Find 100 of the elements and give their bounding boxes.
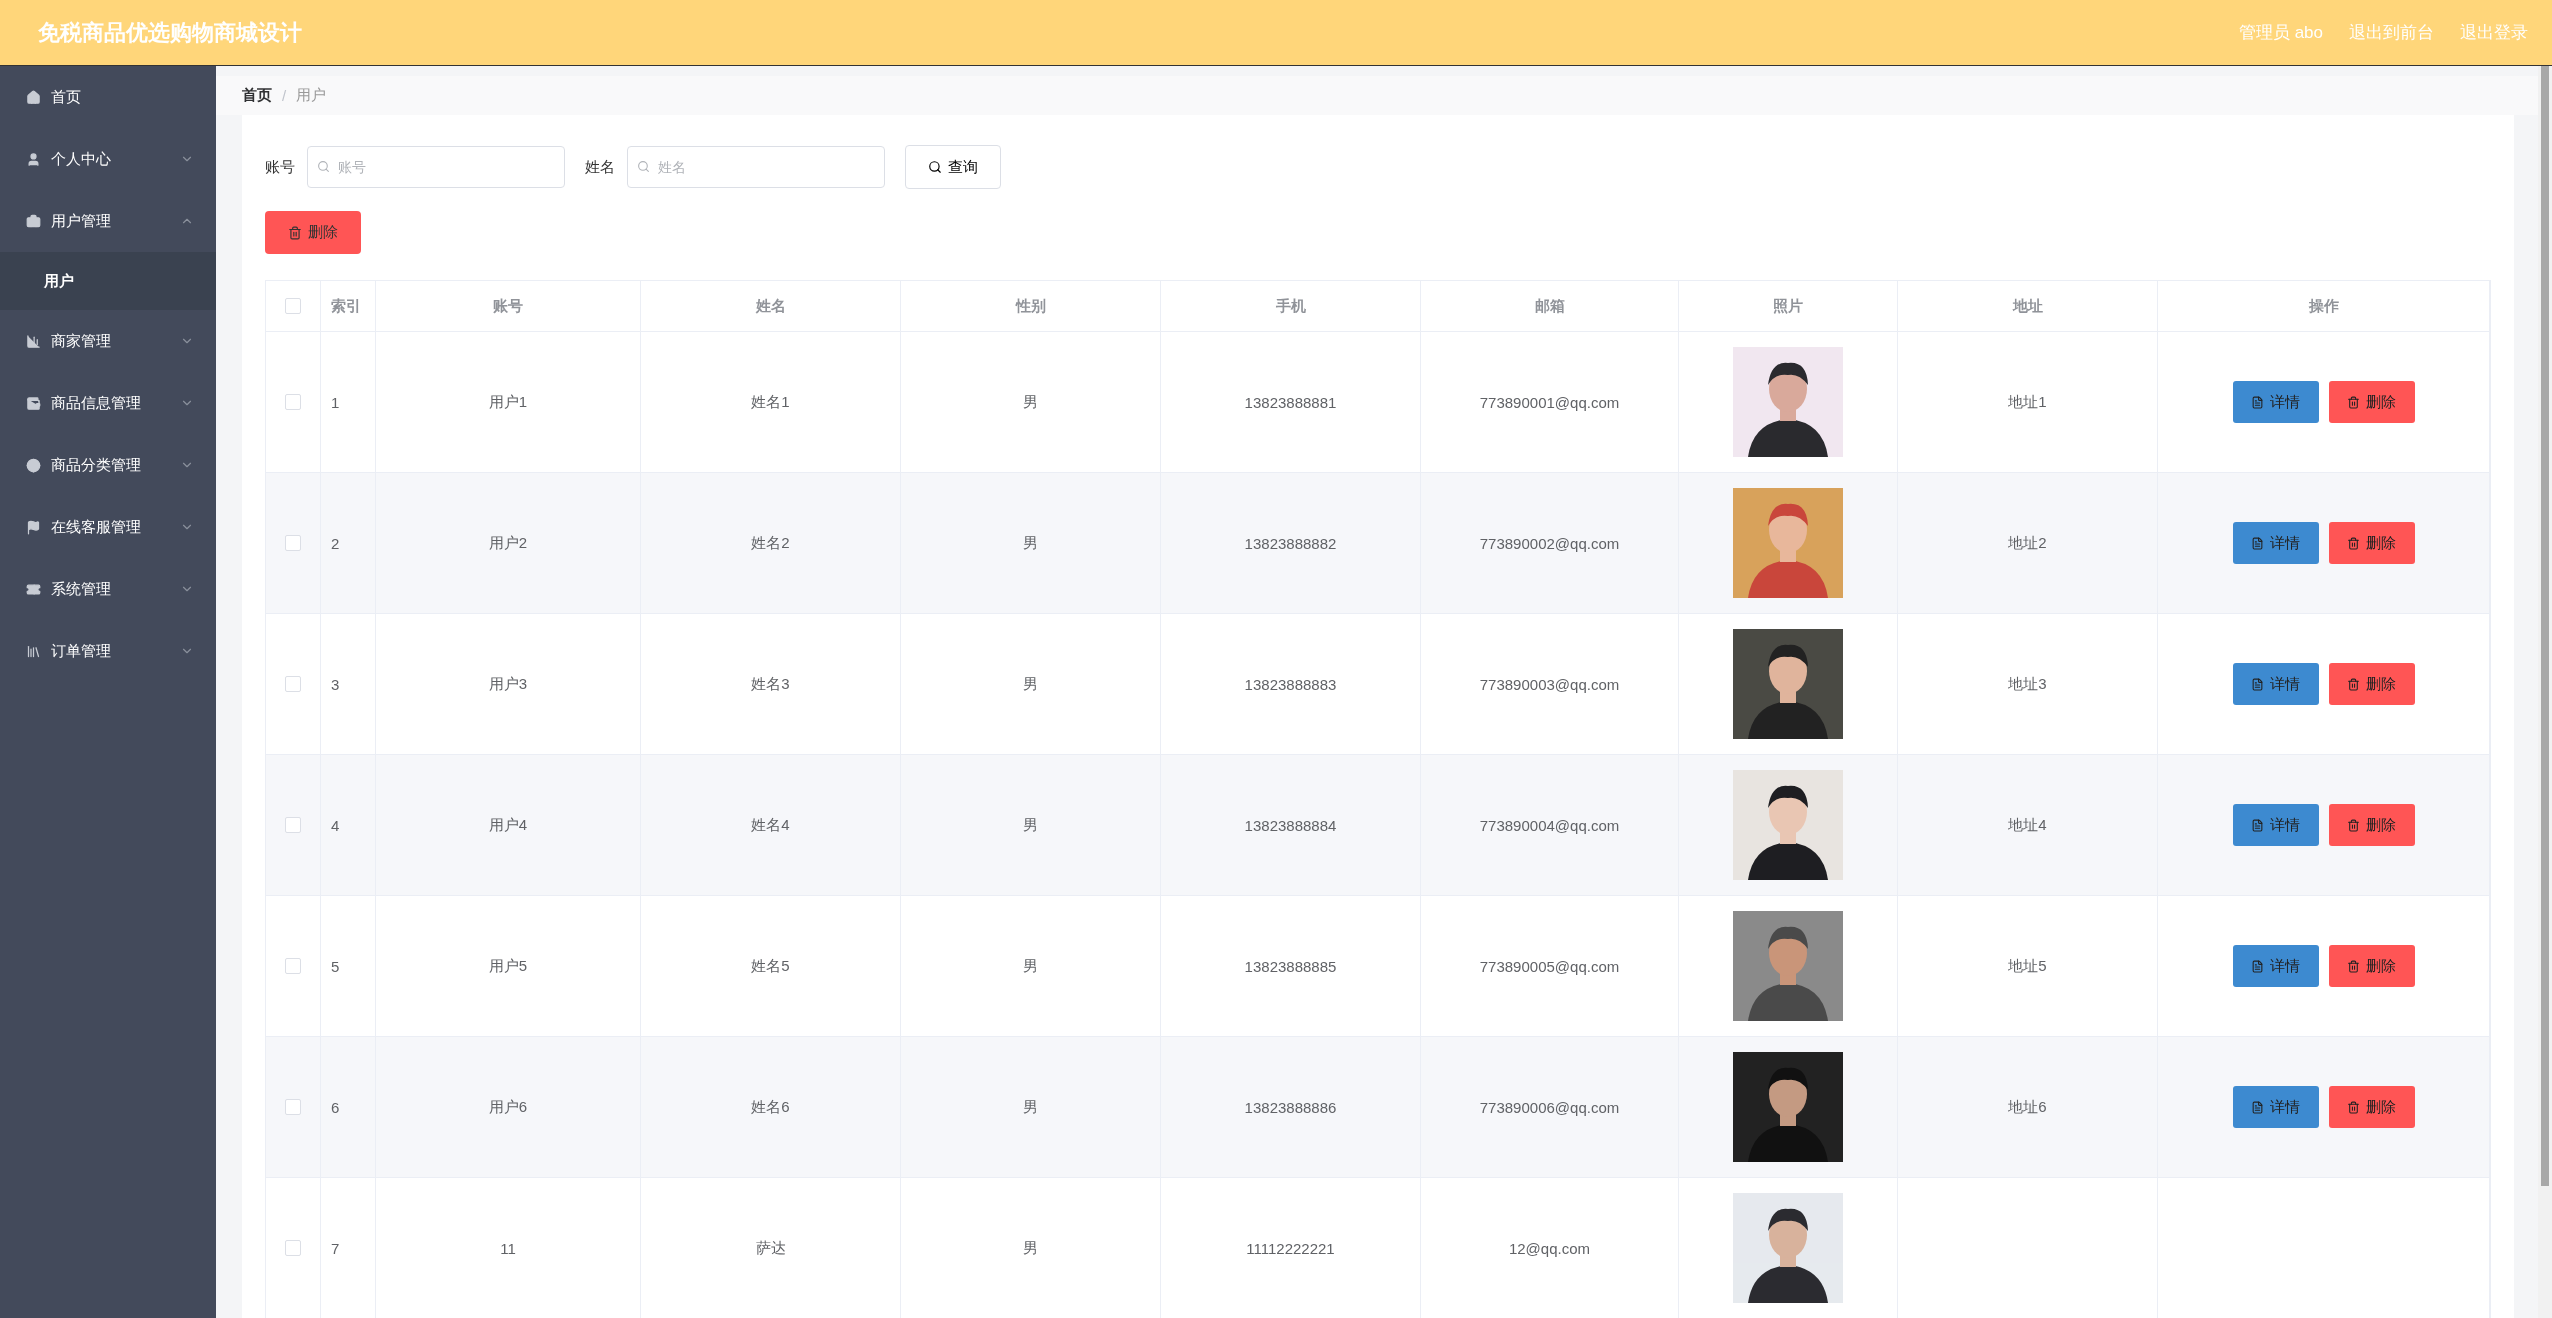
row-checkbox[interactable] — [285, 535, 301, 551]
sidebar-item[interactable]: 订单管理 — [0, 620, 216, 682]
detail-button[interactable]: 详情 — [2232, 522, 2319, 564]
search-field[interactable]: 账号 — [307, 146, 565, 188]
table-cell: 13823888881 — [1244, 393, 1337, 411]
delete-button[interactable]: 删除 — [2328, 663, 2415, 705]
document-icon — [2251, 536, 2264, 550]
column-header: 索引 — [331, 296, 361, 316]
delete-button[interactable]: 删除 — [2328, 945, 2415, 987]
table-cell: 1 — [331, 393, 340, 411]
row-checkbox[interactable] — [285, 1240, 301, 1256]
document-icon — [2251, 959, 2264, 973]
table-cell: 773890002@qq.com — [1479, 534, 1620, 552]
table-cell: 4 — [331, 816, 340, 834]
detail-button[interactable]: 详情 — [2232, 804, 2319, 846]
table-cell: 男 — [1023, 533, 1038, 553]
menu-item-icon — [26, 89, 41, 105]
sidebar-item[interactable]: 商家管理 — [0, 310, 216, 372]
detail-button[interactable]: 详情 — [2232, 663, 2319, 705]
table-cell: 地址2 — [2008, 533, 2047, 553]
delete-button[interactable]: 删除 — [2328, 522, 2415, 564]
row-checkbox[interactable] — [285, 394, 301, 410]
table-cell: 姓名2 — [751, 533, 790, 553]
table-cell: 男 — [1023, 392, 1038, 412]
table-cell: 773890005@qq.com — [1479, 957, 1620, 975]
column-header: 性别 — [1015, 296, 1046, 316]
detail-button[interactable]: 详情 — [2232, 381, 2319, 423]
menu-item-icon — [26, 643, 41, 659]
detail-button[interactable]: 详情 — [2232, 1086, 2319, 1128]
trash-icon — [2347, 1100, 2360, 1114]
menu-item-icon — [26, 519, 41, 535]
row-checkbox[interactable] — [285, 817, 301, 833]
trash-icon — [2347, 959, 2360, 973]
table-cell: 地址4 — [2008, 815, 2047, 835]
table-cell: 13823888884 — [1244, 816, 1337, 834]
trash-icon — [2347, 536, 2360, 550]
breadcrumb-item: 用户 — [296, 86, 327, 105]
sidebar-subitem[interactable]: 用户 — [0, 252, 216, 310]
breadcrumb-item[interactable]: 首页 — [242, 86, 272, 105]
delete-button[interactable]: 删除 — [265, 211, 361, 254]
delete-button[interactable]: 删除 — [2328, 1086, 2415, 1128]
column-header: 照片 — [1773, 296, 1803, 316]
table-cell: 用户2 — [488, 533, 528, 553]
field-label: 账号 — [265, 157, 295, 177]
table-cell: 6 — [331, 1098, 340, 1116]
search-icon — [928, 160, 942, 174]
trash-icon — [288, 225, 302, 240]
column-header: 账号 — [493, 296, 523, 316]
trash-icon — [2347, 818, 2360, 832]
row-checkbox[interactable] — [285, 1099, 301, 1115]
breadcrumb-separator: / — [282, 87, 287, 104]
row-checkbox[interactable] — [285, 958, 301, 974]
document-icon — [2251, 677, 2264, 691]
table-cell: 773890006@qq.com — [1479, 1098, 1620, 1116]
delete-button[interactable]: 删除 — [2328, 381, 2415, 423]
query-button[interactable]: 查询 — [905, 145, 1001, 189]
table-cell: 姓名1 — [751, 392, 790, 412]
table-cell: 13823888886 — [1244, 1098, 1337, 1116]
sidebar-item[interactable]: 商品信息管理 — [0, 372, 216, 434]
table-cell: 用户3 — [488, 674, 528, 694]
table-cell: 男 — [1023, 1097, 1038, 1117]
table-cell: 用户6 — [488, 1097, 528, 1117]
document-icon — [2251, 395, 2264, 409]
detail-button[interactable]: 详情 — [2232, 945, 2319, 987]
column-header: 手机 — [1275, 296, 1306, 316]
sidebar-item[interactable]: 首页 — [0, 66, 216, 128]
sidebar-item[interactable]: 系统管理 — [0, 558, 216, 620]
table-cell: 3 — [331, 675, 340, 693]
menu-item-icon — [26, 333, 41, 349]
trash-icon — [2347, 677, 2360, 691]
sidebar-item[interactable]: 用户管理 — [0, 190, 216, 252]
table-cell: 地址1 — [2008, 392, 2047, 412]
table-cell: 男 — [1023, 674, 1038, 694]
table-cell: 姓名5 — [751, 956, 790, 976]
table-cell: 地址5 — [2008, 956, 2047, 976]
table-cell: 13823888883 — [1244, 675, 1337, 693]
column-header: 姓名 — [755, 296, 786, 316]
site-title: 免税商品优选购物商城设计 — [38, 18, 302, 47]
table-cell: 13823888882 — [1244, 534, 1337, 552]
menu-item-icon — [26, 151, 41, 167]
table-cell: 7 — [331, 1239, 340, 1257]
table-cell: 5 — [331, 957, 340, 975]
table-cell: 773890001@qq.com — [1479, 393, 1620, 411]
table-cell: 地址6 — [2008, 1097, 2047, 1117]
table-cell: 地址3 — [2008, 674, 2047, 694]
row-checkbox[interactable] — [285, 676, 301, 692]
search-field[interactable]: 姓名 — [627, 146, 885, 188]
table-cell: 男 — [1023, 815, 1038, 835]
table-cell: 萨达 — [755, 1238, 786, 1258]
table-cell: 773890003@qq.com — [1479, 675, 1620, 693]
delete-button[interactable]: 删除 — [2328, 804, 2415, 846]
sidebar-item[interactable]: 商品分类管理 — [0, 434, 216, 496]
sidebar-item[interactable]: 在线客服管理 — [0, 496, 216, 558]
document-icon — [2251, 1100, 2264, 1114]
menu-item-icon — [26, 395, 41, 411]
scrollbar-thumb[interactable] — [2541, 66, 2549, 1186]
table-cell: 用户5 — [488, 956, 528, 976]
sidebar-item[interactable]: 个人中心 — [0, 128, 216, 190]
select-all-checkbox[interactable] — [285, 298, 301, 314]
table-cell: 11 — [500, 1239, 516, 1257]
